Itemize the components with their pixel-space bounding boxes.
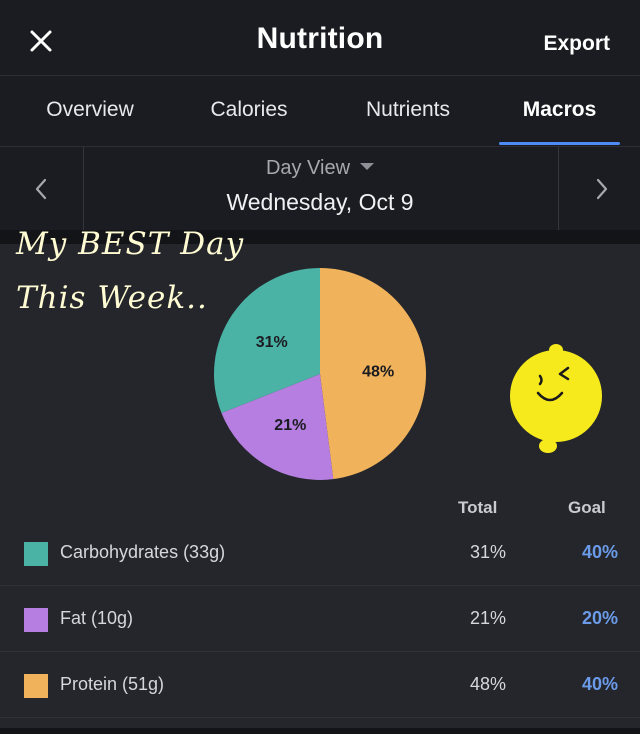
active-tab-indicator [499, 142, 620, 145]
macro-label: Fat (10g) [60, 608, 134, 628]
total-column-header: Total [458, 498, 498, 517]
lemon-wink-sticker-icon [510, 344, 602, 453]
chevron-right-icon [596, 178, 608, 200]
pie-svg: 48% 21% 31% [213, 268, 426, 480]
tab-macros[interactable]: Macros [499, 98, 620, 122]
caret-down-icon [360, 163, 375, 171]
macro-goal: 20% [581, 608, 618, 628]
export-button[interactable]: Export [543, 32, 610, 56]
macro-label: Carbohydrates (33g) [60, 542, 226, 562]
legend-swatch [24, 608, 48, 632]
day-navigator: Day View Wednesday, Oct 9 [0, 146, 640, 231]
macro-total: 48% [469, 674, 506, 694]
handwritten-note-line2: This Week.. [16, 280, 208, 316]
macro-row-protein: Protein (51g) 48% 40% [0, 652, 640, 718]
handwritten-note-line1: My BEST Day [16, 226, 245, 262]
bottom-divider [0, 728, 640, 734]
next-day-button[interactable] [558, 147, 640, 231]
tab-bar: Overview Calories Nutrients Macros [0, 76, 640, 146]
macros-pie-chart: 48% 21% 31% [212, 266, 428, 482]
goal-column-header: Goal [568, 498, 606, 517]
legend-swatch [24, 674, 48, 698]
pie-label-protein: 48% [362, 363, 394, 380]
legend-swatch [24, 542, 48, 566]
day-view-label: Day View [265, 157, 351, 179]
pie-label-fat: 21% [274, 417, 306, 434]
tab-calories[interactable]: Calories [184, 98, 314, 122]
macro-total: 31% [469, 542, 506, 562]
macro-row-fat: Fat (10g) 21% 20% [0, 586, 640, 652]
top-bar: Nutrition Export [0, 0, 640, 76]
macro-label: Protein (51g) [60, 674, 165, 694]
day-view-dropdown[interactable]: Day View [0, 157, 640, 180]
pie-label-carbohydrates: 31% [256, 334, 288, 351]
tab-overview[interactable]: Overview [20, 98, 160, 122]
macro-row-carbohydrates: Carbohydrates (33g) 31% 40% [0, 520, 640, 586]
macro-goal: 40% [581, 542, 618, 562]
macro-goal: 40% [581, 674, 618, 694]
tab-nutrients[interactable]: Nutrients [340, 98, 476, 122]
selected-date: Wednesday, Oct 9 [226, 189, 414, 215]
macro-total: 21% [469, 608, 506, 628]
